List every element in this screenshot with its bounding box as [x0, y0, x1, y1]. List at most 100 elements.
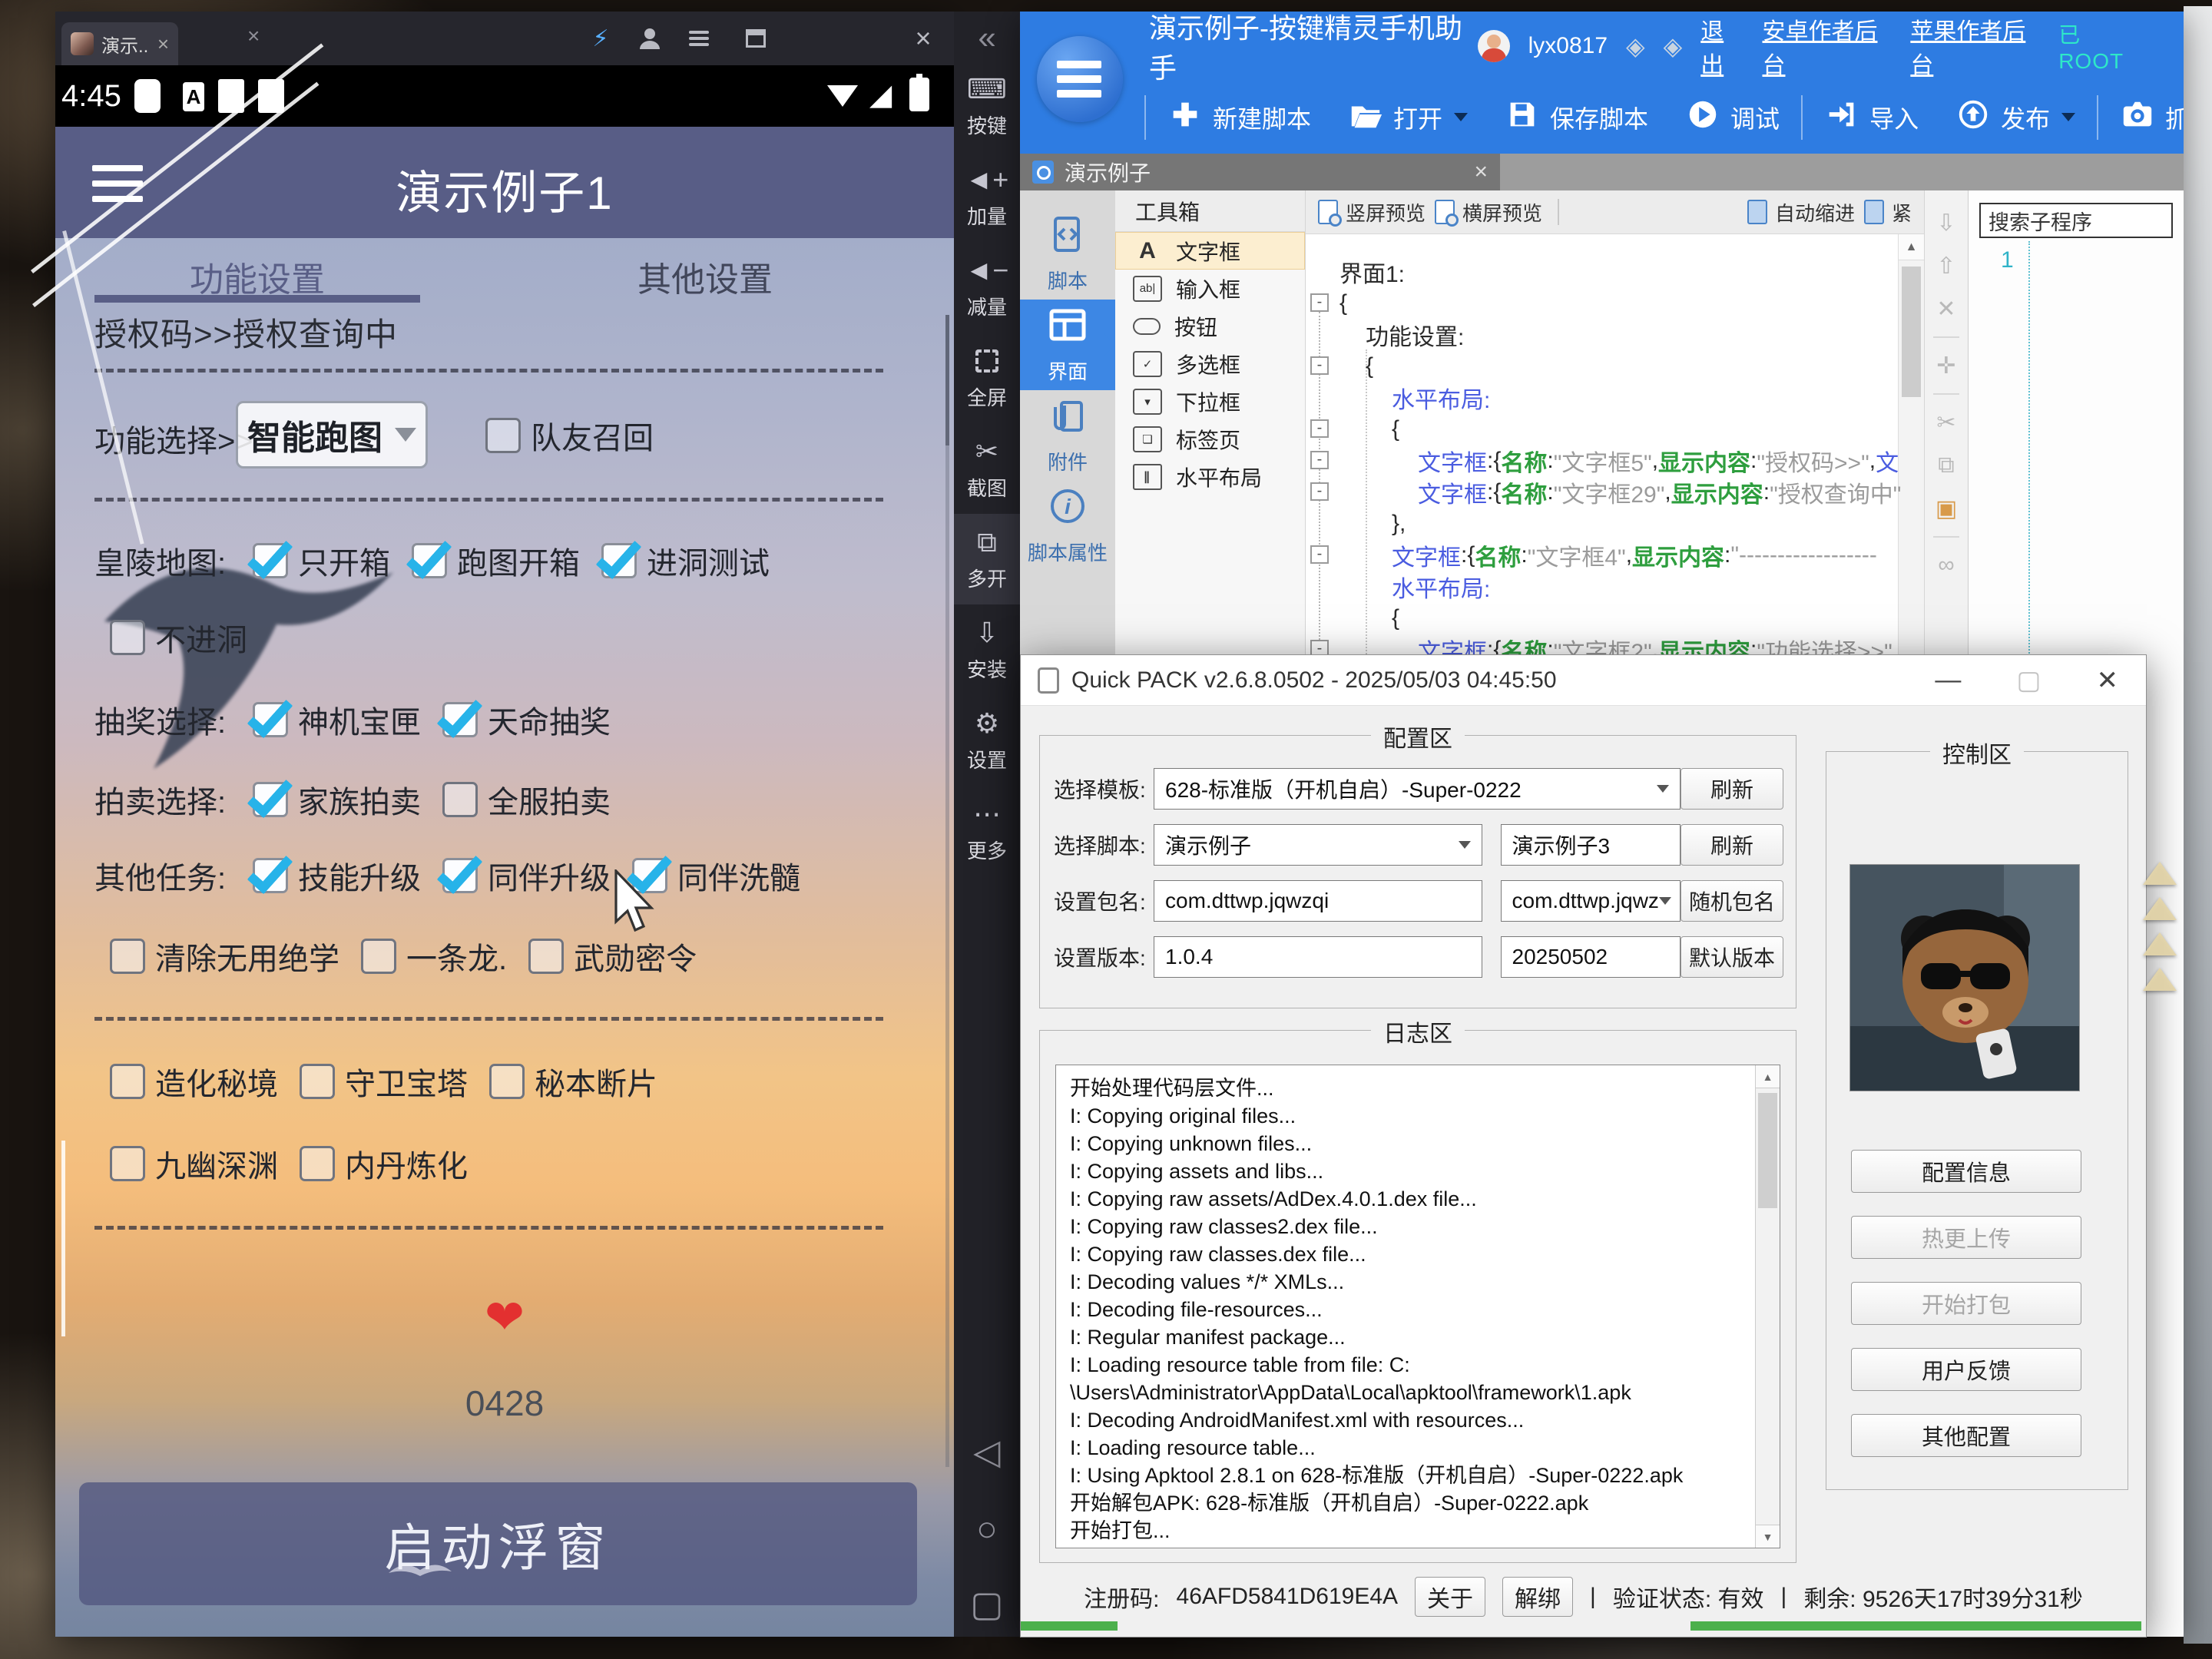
- feedback-button[interactable]: 用户反馈: [1851, 1348, 2081, 1391]
- quickpack-titlebar[interactable]: Quick PACK v2.6.8.0502 - 2025/05/03 04:4…: [1021, 655, 2146, 706]
- code-line[interactable]: {: [1366, 350, 1373, 382]
- delete-icon[interactable]: ✕: [1925, 287, 1968, 330]
- fold-collapse-icon[interactable]: -: [1310, 419, 1329, 438]
- minimize-button[interactable]: —: [1935, 665, 1961, 695]
- scroll-up-icon[interactable]: ▲: [1899, 234, 1924, 260]
- scroll-down-icon[interactable]: ▼: [1756, 1525, 1780, 1548]
- refresh-template-button[interactable]: 刷新: [1681, 768, 1783, 810]
- scrollbar-thumb[interactable]: [1902, 267, 1921, 397]
- emu-tool-volume-up[interactable]: ◄+加量: [954, 151, 1020, 242]
- boost-lightning-icon[interactable]: ⚡: [584, 22, 618, 55]
- build-date-input[interactable]: 20250502: [1501, 936, 1681, 978]
- logout-link[interactable]: 退出: [1700, 12, 1743, 80]
- tab-other-settings[interactable]: 其他设置: [459, 252, 951, 301]
- unchecked-checkbox[interactable]: [489, 1064, 525, 1099]
- fold-collapse-icon[interactable]: -: [1310, 451, 1329, 469]
- tab-close-icon[interactable]: ×: [1474, 159, 1488, 185]
- toolbox-item-text[interactable]: A文字框: [1115, 232, 1305, 270]
- publish-button[interactable]: 发布: [1937, 97, 2094, 138]
- window-close-icon[interactable]: ×: [906, 22, 940, 55]
- unchecked-checkbox[interactable]: [300, 1064, 335, 1099]
- plus-button[interactable]: 新建脚本: [1149, 97, 1330, 138]
- subroutine-search-input[interactable]: [1979, 203, 2173, 238]
- unchecked-checkbox[interactable]: [110, 1146, 145, 1181]
- avatar[interactable]: [1478, 30, 1510, 62]
- checked-checkbox[interactable]: [253, 543, 288, 578]
- code-line[interactable]: {: [1392, 602, 1399, 634]
- document-tab[interactable]: 演示例子 ×: [1020, 154, 1500, 190]
- checked-checkbox[interactable]: [253, 702, 288, 737]
- code-line[interactable]: 功能设置:: [1366, 319, 1464, 350]
- emulator-tab[interactable]: 演示... ×: [61, 22, 178, 65]
- random-package-button[interactable]: 随机包名: [1681, 880, 1783, 922]
- sidebar-item-attachment[interactable]: 附件: [1020, 390, 1115, 481]
- toolbox-item-hlayout[interactable]: ∥水平布局: [1115, 458, 1305, 495]
- package-name-input[interactable]: com.dttwp.jqwzqi: [1154, 880, 1482, 922]
- scroll-up-icon[interactable]: ⇧: [1925, 244, 1968, 287]
- link-icon[interactable]: ∞: [1925, 544, 1968, 587]
- template-select[interactable]: 628-标准版（开机自启）-Super-0222: [1154, 768, 1681, 810]
- emu-tool-fullscreen[interactable]: 全屏: [954, 333, 1020, 423]
- save-button[interactable]: 保存脚本: [1486, 97, 1667, 138]
- sidebar-item-ui[interactable]: 界面: [1020, 300, 1115, 390]
- collapse-sidebar-button[interactable]: «: [954, 19, 1020, 56]
- auto-indent-button[interactable]: 自动缩进: [1747, 198, 1855, 227]
- android-admin-link[interactable]: 安卓作者后台: [1763, 12, 1892, 80]
- tab-close-icon[interactable]: ×: [157, 32, 169, 56]
- refresh-script-button[interactable]: 刷新: [1681, 824, 1783, 866]
- toolbox-item-dropdown[interactable]: ▾下拉框: [1115, 382, 1305, 420]
- script-select[interactable]: 演示例子: [1154, 824, 1482, 866]
- version-input[interactable]: 1.0.4: [1154, 936, 1482, 978]
- code-line[interactable]: 水平布局:: [1392, 382, 1490, 413]
- emu-tool-keyboard[interactable]: ⌨按键: [954, 61, 1020, 151]
- pan-hand-icon[interactable]: ✛: [1925, 344, 1968, 387]
- checked-checkbox[interactable]: [442, 858, 478, 893]
- unchecked-checkbox[interactable]: [110, 939, 145, 974]
- code-line[interactable]: {: [1392, 413, 1399, 445]
- ios-admin-link[interactable]: 苹果作者后台: [1910, 12, 2040, 80]
- unchecked-checkbox[interactable]: [485, 418, 521, 453]
- fold-collapse-icon[interactable]: -: [1310, 482, 1329, 501]
- code-line[interactable]: {: [1339, 287, 1347, 319]
- code-line[interactable]: 文字框:{名称:"文字框29",显示内容:"授权查询中": [1418, 476, 1901, 508]
- user-icon[interactable]: [633, 22, 667, 55]
- folder-open-button[interactable]: 打开: [1330, 97, 1486, 138]
- emu-tool-volume-down[interactable]: ◄−减量: [954, 242, 1020, 333]
- android-home-button[interactable]: ○: [954, 1508, 1020, 1549]
- maximize-button[interactable]: ▢: [2016, 665, 2041, 696]
- compact-button[interactable]: 紧: [1864, 198, 1912, 227]
- app-logo-icon[interactable]: [1037, 36, 1123, 122]
- emu-tool-install-apk[interactable]: ⇩安装: [954, 604, 1020, 695]
- hot-update-button[interactable]: 热更上传: [1851, 1216, 2081, 1259]
- unchecked-checkbox[interactable]: [361, 939, 396, 974]
- unchecked-checkbox[interactable]: [528, 939, 564, 974]
- copy-icon[interactable]: ⧉: [1925, 444, 1968, 487]
- import-button[interactable]: 导入: [1806, 97, 1937, 138]
- menu-icon[interactable]: [682, 22, 716, 55]
- tab-func-settings[interactable]: 功能设置: [55, 252, 459, 301]
- checked-checkbox[interactable]: [601, 543, 637, 578]
- sidebar-item-script-props[interactable]: i脚本属性: [1020, 481, 1115, 571]
- portrait-preview-button[interactable]: 竖屏预览: [1318, 198, 1426, 227]
- play-button[interactable]: 调试: [1667, 97, 1798, 138]
- vip-gem-icon[interactable]: ◈: [1664, 31, 1683, 61]
- other-config-button[interactable]: 其他配置: [1851, 1414, 2081, 1457]
- checked-checkbox[interactable]: [442, 702, 478, 737]
- config-info-button[interactable]: 配置信息: [1851, 1150, 2081, 1193]
- fold-collapse-icon[interactable]: -: [1310, 545, 1329, 564]
- android-back-button[interactable]: ◁: [954, 1431, 1020, 1472]
- window-mode-icon[interactable]: [739, 22, 773, 55]
- scrollbar-thumb[interactable]: [1758, 1093, 1777, 1208]
- close-button[interactable]: ✕: [2097, 665, 2119, 696]
- vip-gem-icon[interactable]: ◈: [1626, 31, 1645, 61]
- code-line[interactable]: },: [1392, 508, 1406, 539]
- scrollbar-thumb[interactable]: [945, 315, 949, 445]
- code-line[interactable]: 文字框:{名称:"文字框4",显示内容:"------------------: [1392, 539, 1877, 571]
- toolbox-item-checkbox[interactable]: ✓多选框: [1115, 345, 1305, 382]
- package-select[interactable]: com.dttwp.jqwz: [1501, 880, 1681, 922]
- toolbox-item-button[interactable]: 按钮: [1115, 307, 1305, 345]
- unchecked-checkbox[interactable]: [300, 1146, 335, 1181]
- unchecked-checkbox[interactable]: [442, 782, 478, 817]
- emu-tool-settings[interactable]: ⚙设置: [954, 695, 1020, 786]
- func-dropdown[interactable]: 智能跑图: [236, 401, 428, 469]
